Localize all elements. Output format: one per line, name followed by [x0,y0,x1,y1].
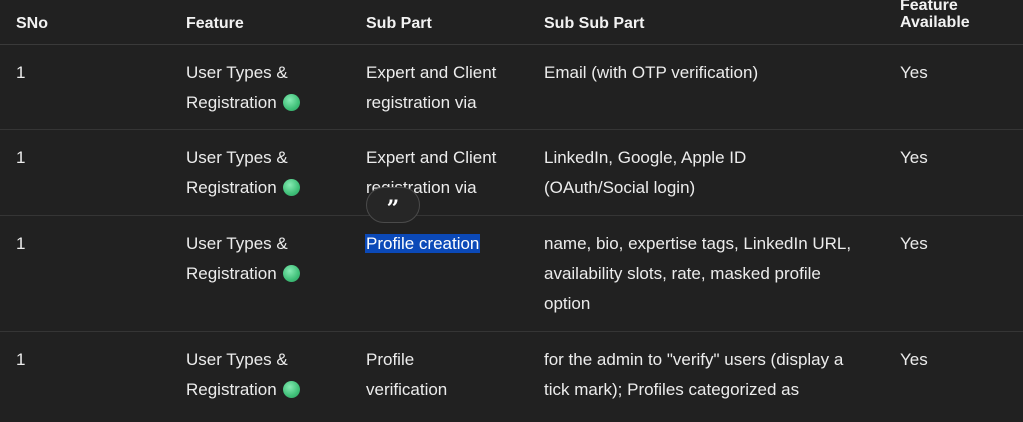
status-dot-icon [282,94,300,111]
cell-available: Yes [900,148,928,167]
cell-feature: User Types & Registration [186,143,300,203]
sub-part-line: Expert and Client [366,63,497,82]
cell-sub-part: Expert and Client registration via [366,58,496,118]
table-header: SNo Feature Sub Part Sub Sub Part Featur… [0,0,1023,45]
status-dot-icon [282,179,300,196]
sub-sub-part-line: LinkedIn, Google, Apple ID [544,148,747,167]
quote-icon: ” [386,196,400,222]
cell-sno: 1 [16,63,26,82]
cell-sub-sub-part: LinkedIn, Google, Apple ID (OAuth/Social… [544,143,746,203]
sub-sub-part-line: availability slots, rate, masked profile [544,264,821,283]
status-dot-icon [282,265,300,282]
cell-available: Yes [900,63,928,82]
sub-part-line: verification [366,380,448,399]
feature-line: User Types & [186,148,288,167]
feature-line: User Types & [186,234,288,253]
cell-sub-sub-part: for the admin to "verify" users (display… [544,345,843,405]
quote-button[interactable]: ” [366,187,420,223]
sub-sub-part-line: name, bio, expertise tags, LinkedIn URL, [544,234,852,253]
sub-part-line: registration via [366,93,477,112]
cell-sub-part: Profile verification [366,345,447,405]
sub-sub-part-line: option [544,294,591,313]
feature-line: User Types & [186,63,288,82]
sub-sub-part-line: tick mark); Profiles categorized as [544,380,800,399]
sub-sub-part-line: (OAuth/Social login) [544,178,696,197]
feature-line: User Types & [186,350,288,369]
feature-line: Registration [186,93,277,112]
cell-available: Yes [900,350,928,369]
cell-sub-part[interactable]: Profile creation [365,229,481,259]
cell-feature: User Types & Registration [186,229,300,289]
sub-sub-part-line: for the admin to "verify" users (display… [544,350,844,369]
cell-sub-sub-part: Email (with OTP verification) [544,58,758,88]
table-row: 1 User Types & Registration Profile veri… [0,332,1023,422]
cell-sub-sub-part: name, bio, expertise tags, LinkedIn URL,… [544,229,851,319]
cell-sno: 1 [16,234,26,253]
cell-sno: 1 [16,148,26,167]
feature-line: Registration [186,178,277,197]
cell-feature: User Types & Registration [186,345,300,405]
status-dot-icon [282,381,300,398]
cell-feature: User Types & Registration [186,58,300,118]
feature-line: Registration [186,264,277,283]
cell-sno: 1 [16,350,26,369]
table-row: 1 User Types & Registration Expert and C… [0,45,1023,130]
sub-part-line: Expert and Client [366,148,497,167]
table-row: 1 User Types & Registration Expert and C… [0,130,1023,216]
header-sno: SNo [16,15,48,32]
header-feature-available: Feature Available [900,0,970,31]
selected-text[interactable]: Profile creation [365,234,481,253]
header-sub-part: Sub Part [366,15,432,32]
cell-available: Yes [900,234,928,253]
header-feature: Feature [186,15,244,32]
table-row: 1 User Types & Registration Profile crea… [0,216,1023,332]
sub-sub-part-line: Email (with OTP verification) [544,63,759,82]
sub-part-line: Profile [366,350,415,369]
header-sub-sub-part: Sub Sub Part [544,15,645,32]
feature-line: Registration [186,380,277,399]
